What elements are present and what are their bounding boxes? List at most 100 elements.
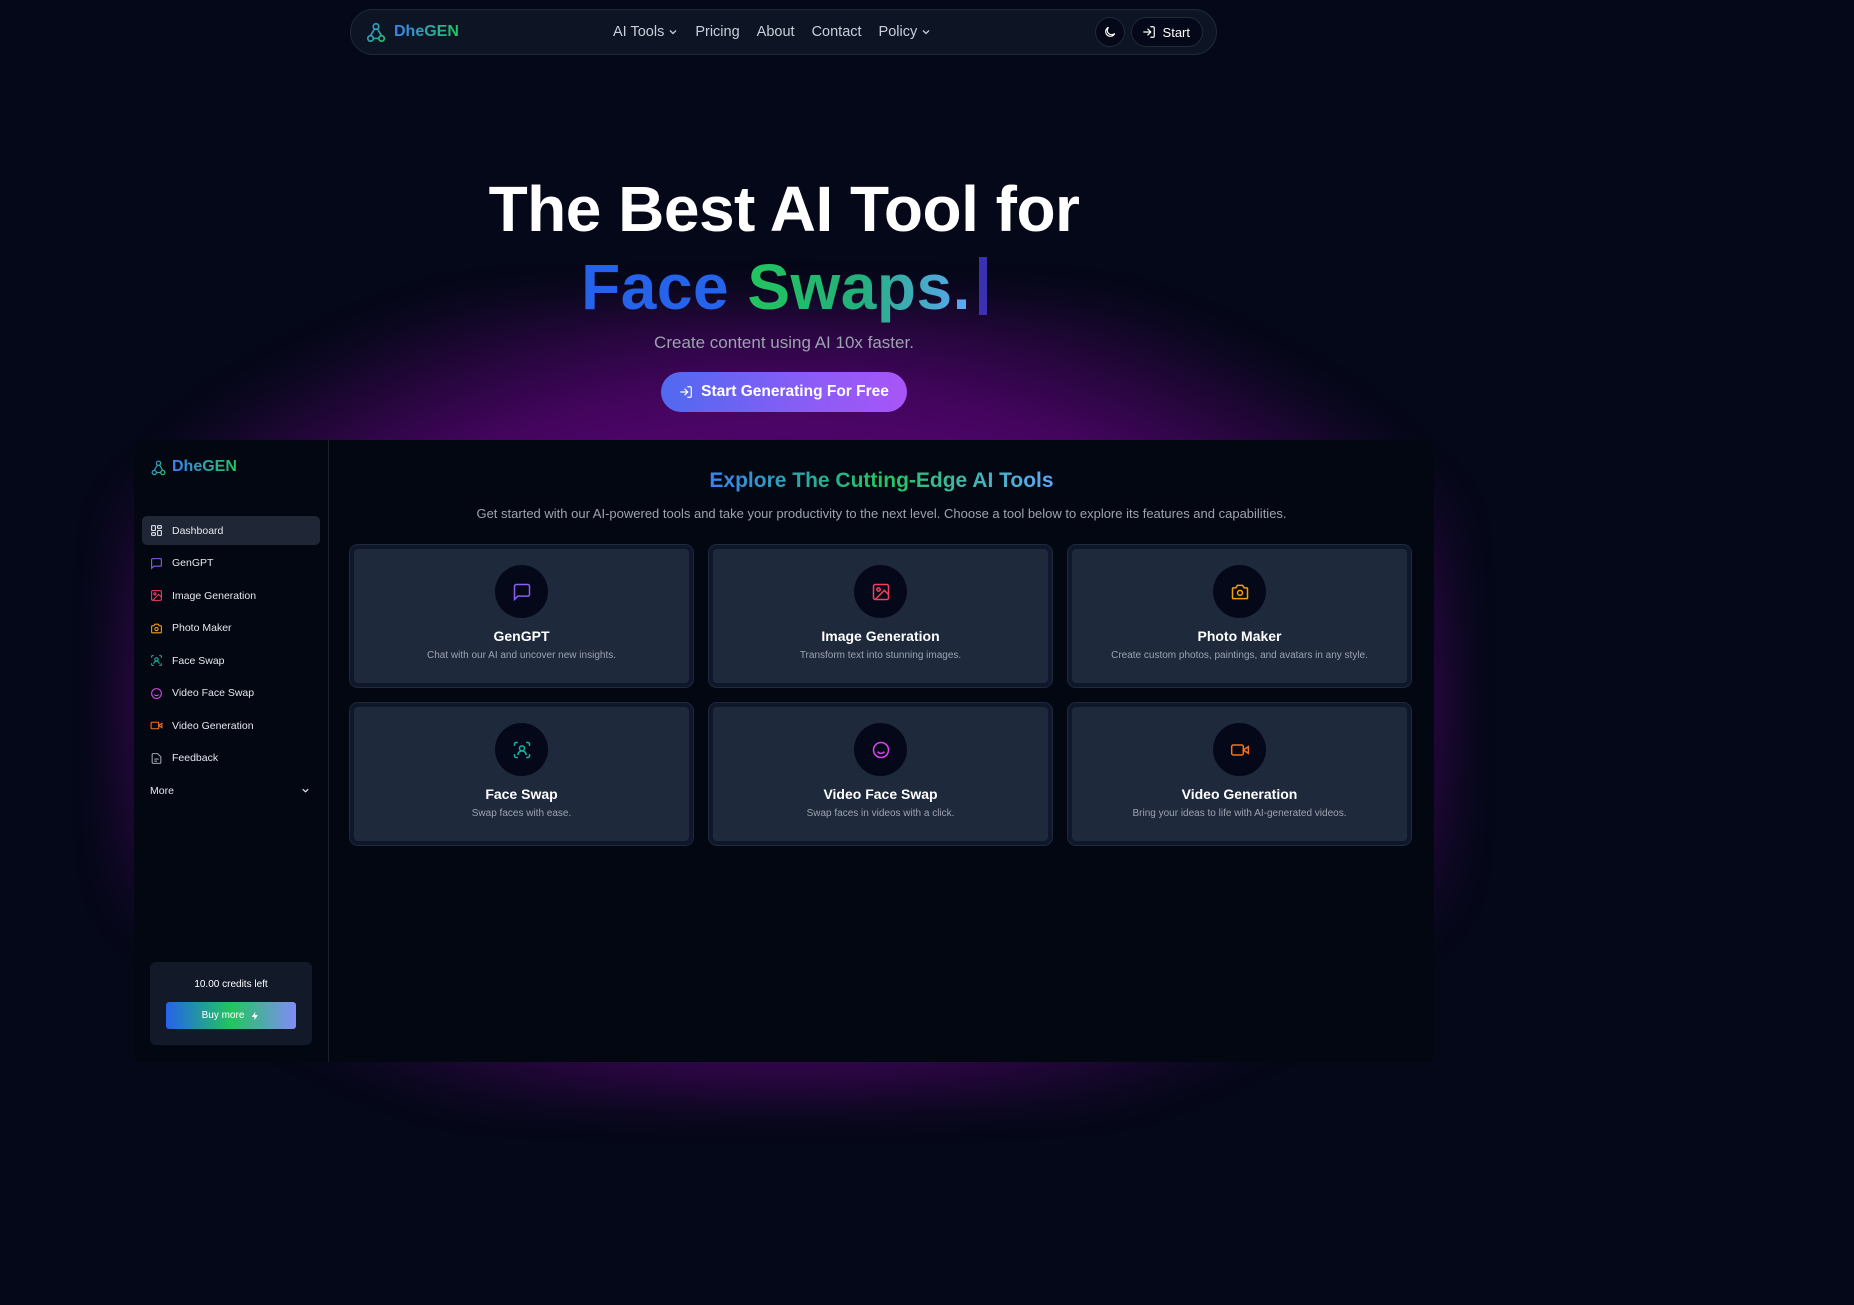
sidebar-more-toggle[interactable]: More	[142, 776, 320, 805]
sidebar-item-gengpt[interactable]: GenGPT	[142, 549, 320, 578]
card-title: Image Generation	[821, 628, 940, 644]
sidebar-brand-name: DheGEN	[172, 458, 237, 475]
sidebar-item-feedback[interactable]: Feedback	[142, 744, 320, 773]
card-description: Swap faces in videos with a click.	[806, 808, 955, 819]
nav-policy-label: Policy	[878, 24, 918, 40]
sidebar-item-photo-maker[interactable]: Photo Maker	[142, 614, 320, 643]
chevron-down-icon	[669, 30, 677, 35]
chevron-down-icon	[302, 788, 309, 793]
card-icon-container	[495, 723, 548, 776]
tools-section-title-text: Explore The Cutting-Edge AI Tools	[709, 469, 1054, 492]
sidebar-item-label: Video Generation	[172, 719, 254, 732]
nav-ai-tools-label: AI Tools	[613, 24, 665, 40]
tool-card-photo-maker[interactable]: Photo Maker Create custom photos, painti…	[1067, 544, 1412, 688]
start-button-label: Start	[1162, 24, 1190, 40]
sidebar-item-face-swap[interactable]: Face Swap	[142, 646, 320, 675]
nav-pricing-label: Pricing	[695, 24, 740, 40]
nav-about-label: About	[756, 24, 795, 40]
hero-highlight-word-2: Swaps.	[747, 251, 971, 323]
sidebar-item-label: Video Face Swap	[172, 687, 255, 699]
card-icon-container	[1213, 723, 1266, 776]
image-icon	[151, 590, 162, 601]
sidebar-item-label: GenGPT	[172, 557, 214, 569]
sidebar-item-label: Feedback	[172, 752, 219, 764]
card-description: Bring your ideas to life with AI-generat…	[1132, 808, 1347, 819]
chat-icon	[151, 557, 162, 570]
face-scan-icon	[151, 655, 162, 666]
brand-logo-icon	[366, 22, 386, 42]
credits-left-text: 10.00 credits left	[194, 979, 268, 990]
video-icon	[150, 721, 163, 730]
main-content: Explore The Cutting-Edge AI Tools Get st…	[329, 440, 1434, 1062]
theme-toggle-button[interactable]	[1094, 17, 1125, 47]
hero-highlight-word-1: Face	[581, 251, 730, 323]
chevron-down-icon	[922, 30, 930, 35]
hero-title: The Best AI Tool for	[488, 173, 1080, 245]
brand-logo-link[interactable]: DheGEN	[365, 21, 459, 43]
tool-card-video-generation[interactable]: Video Generation Bring your ideas to lif…	[1067, 702, 1412, 846]
credits-panel: 10.00 credits left Buy more	[150, 962, 312, 1045]
top-navbar: DheGEN AI Tools Pricing About Contact Po…	[350, 9, 1217, 55]
card-icon-container	[1213, 565, 1266, 618]
lightning-icon	[252, 1011, 259, 1020]
card-description: Transform text into stunning images.	[799, 650, 962, 661]
brand-name: DheGEN	[394, 23, 459, 40]
card-title: Video Face Swap	[823, 786, 938, 802]
sidebar-item-label: Dashboard	[172, 524, 224, 537]
tools-section-description: Get started with our AI-powered tools an…	[476, 506, 1287, 521]
feedback-icon	[151, 752, 162, 764]
card-title: Video Generation	[1181, 786, 1298, 802]
camera-icon	[151, 623, 162, 633]
sidebar: DheGEN Dashboard GenGPT Image Generation…	[134, 440, 329, 1062]
card-title: Face Swap	[485, 786, 558, 802]
buy-more-label: Buy more	[201, 1010, 245, 1021]
moon-icon	[1104, 26, 1115, 37]
tool-card-video-face-swap[interactable]: Video Face Swap Swap faces in videos wit…	[708, 702, 1053, 846]
tools-section-title: Explore The Cutting-Edge AI Tools	[329, 469, 1434, 493]
buy-more-button[interactable]: Buy more	[166, 1002, 296, 1029]
sidebar-item-label: Image Generation	[172, 589, 257, 602]
card-icon-container	[854, 565, 907, 618]
card-icon-container	[495, 565, 548, 618]
nav-policy[interactable]: Policy	[879, 24, 932, 40]
nav-about[interactable]: About	[757, 24, 795, 40]
card-description: Chat with our AI and uncover new insight…	[427, 650, 616, 661]
start-generating-button[interactable]: Start Generating For Free	[661, 372, 907, 412]
nav-ai-tools[interactable]: AI Tools	[613, 24, 678, 40]
nav-actions: Start	[1094, 17, 1203, 47]
typing-cursor	[978, 257, 987, 315]
sidebar-item-image-generation[interactable]: Image Generation	[142, 581, 320, 610]
nav-contact-label: Contact	[811, 24, 862, 40]
sidebar-more-label: More	[150, 784, 174, 797]
hero-highlight: Face Swaps.	[0, 248, 1568, 326]
image-icon	[872, 583, 889, 600]
sidebar-item-label: Face Swap	[172, 654, 225, 667]
nav-links: AI Tools Pricing About Contact Policy	[613, 10, 931, 54]
sidebar-brand[interactable]: DheGEN	[150, 458, 237, 476]
brand-logo-icon	[151, 459, 166, 475]
tool-card-face-swap[interactable]: Face Swap Swap faces with ease.	[349, 702, 694, 846]
sidebar-item-video-generation[interactable]: Video Generation	[142, 711, 320, 740]
login-icon	[1142, 26, 1155, 38]
card-description: Swap faces with ease.	[471, 808, 572, 819]
dashboard-preview: DheGEN Dashboard GenGPT Image Generation…	[134, 440, 1434, 1062]
camera-icon	[1231, 584, 1248, 599]
login-icon	[680, 386, 692, 398]
tool-card-gengpt[interactable]: GenGPT Chat with our AI and uncover new …	[349, 544, 694, 688]
sidebar-item-label: Photo Maker	[172, 622, 232, 634]
face-scan-icon	[513, 741, 530, 758]
card-description: Create custom photos, paintings, and ava…	[1111, 650, 1368, 661]
card-title: Photo Maker	[1197, 628, 1282, 644]
card-title: GenGPT	[493, 628, 550, 644]
tool-card-image-generation[interactable]: Image Generation Transform text into stu…	[708, 544, 1053, 688]
sidebar-item-video-face-swap[interactable]: Video Face Swap	[142, 679, 320, 708]
dashboard-icon	[151, 525, 162, 536]
smile-icon	[151, 687, 162, 699]
sidebar-menu: Dashboard GenGPT Image Generation Photo …	[142, 516, 320, 805]
nav-pricing[interactable]: Pricing	[695, 24, 739, 40]
card-icon-container	[854, 723, 907, 776]
sidebar-item-dashboard[interactable]: Dashboard	[142, 516, 320, 545]
nav-contact[interactable]: Contact	[812, 24, 862, 40]
video-icon	[1230, 743, 1249, 756]
start-button[interactable]: Start	[1130, 17, 1203, 47]
